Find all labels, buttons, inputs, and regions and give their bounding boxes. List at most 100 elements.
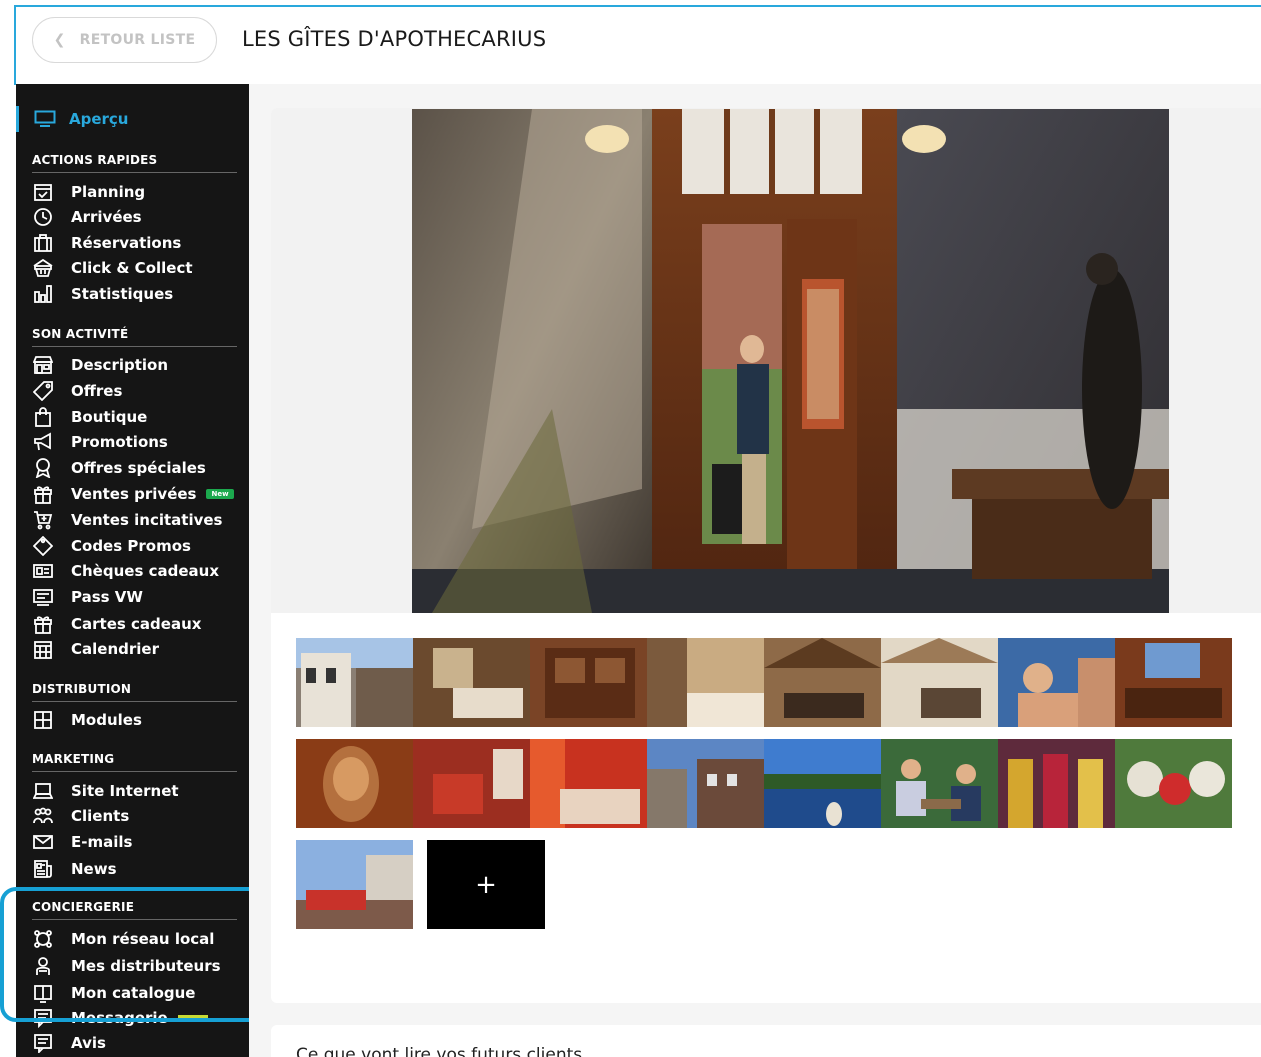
- megaphone-icon: [32, 432, 54, 452]
- new-badge: New: [206, 489, 234, 499]
- active-indicator: [16, 106, 19, 132]
- gallery-thumbnail[interactable]: [413, 739, 530, 828]
- sidebar: Aperçu ACTIONS RAPIDES Planning Arrivées…: [16, 84, 249, 1057]
- diamond-tag-icon: [32, 536, 54, 556]
- bar-chart-icon: [32, 284, 54, 304]
- sidebar-item-label: Description: [71, 356, 169, 374]
- gallery-thumbnail[interactable]: [1115, 638, 1232, 727]
- gallery-thumbnail[interactable]: [1115, 739, 1232, 828]
- sidebar-item-label: Offres: [71, 382, 123, 400]
- sidebar-item-label: Mes distributeurs: [71, 957, 221, 975]
- award-icon: [32, 458, 54, 478]
- basket-icon: [32, 258, 54, 278]
- hero-photo[interactable]: [412, 109, 1169, 613]
- users-icon: [32, 806, 54, 826]
- sidebar-item-label: Aperçu: [69, 110, 129, 128]
- sidebar-item-label: Site Internet: [71, 782, 179, 800]
- sidebar-item-boutique[interactable]: Boutique: [32, 405, 237, 429]
- sidebar-item-label: Ventes incitatives: [71, 511, 223, 529]
- section-title-actions-rapides: ACTIONS RAPIDES: [32, 153, 237, 173]
- gallery-thumbnail[interactable]: [296, 638, 413, 727]
- gallery-thumbnail[interactable]: [296, 739, 413, 828]
- sidebar-item-site-internet[interactable]: Site Internet: [32, 779, 237, 803]
- sidebar-item-label: News: [71, 860, 117, 878]
- gallery-thumbnail[interactable]: [881, 739, 998, 828]
- sidebar-item-codes-promos[interactable]: Codes Promos: [32, 534, 237, 558]
- book-icon: [32, 983, 54, 1003]
- gallery-thumbnail[interactable]: [413, 638, 530, 727]
- gallery-thumbnail[interactable]: [764, 638, 881, 727]
- voucher-icon: [32, 561, 54, 581]
- sidebar-item-apercu[interactable]: Aperçu: [16, 106, 249, 132]
- message-icon: [32, 1008, 54, 1028]
- sidebar-item-label: Chèques cadeaux: [71, 562, 220, 580]
- sidebar-item-avis[interactable]: Avis: [32, 1031, 237, 1055]
- sidebar-item-ventes-incitatives[interactable]: Ventes incitatives: [32, 508, 237, 532]
- sidebar-item-label: Codes Promos: [71, 537, 191, 555]
- sidebar-item-modules[interactable]: Modules: [32, 708, 237, 732]
- sidebar-item-label: Avis: [71, 1034, 106, 1052]
- sidebar-item-arrivees[interactable]: Arrivées: [32, 205, 237, 229]
- sidebar-item-label: Boutique: [71, 408, 148, 426]
- sidebar-item-cheques-cadeaux[interactable]: Chèques cadeaux: [32, 559, 237, 583]
- gift-card-icon: [32, 614, 54, 634]
- sidebar-item-clients[interactable]: Clients: [32, 804, 237, 828]
- storefront-icon: [32, 355, 54, 375]
- newspaper-icon: [32, 859, 54, 879]
- sidebar-item-calendrier[interactable]: Calendrier: [32, 637, 237, 661]
- main-content: + Ce que vont lire vos futurs clients: [249, 84, 1261, 1057]
- gallery-thumbnail[interactable]: [530, 739, 647, 828]
- calendar-check-icon: [32, 182, 54, 202]
- plus-icon: +: [475, 869, 497, 900]
- sidebar-item-label: Modules: [71, 711, 142, 729]
- sidebar-item-news[interactable]: News: [32, 857, 237, 881]
- section-title-marketing: MARKETING: [32, 752, 237, 772]
- sidebar-item-mon-reseau-local[interactable]: Mon réseau local: [32, 927, 237, 951]
- hero-photo-illustration: [412, 109, 1169, 613]
- clock-icon: [32, 207, 54, 227]
- laptop-icon: [32, 781, 54, 801]
- page-title: LES GÎTES D'APOTHECARIUS: [242, 27, 547, 51]
- sidebar-item-label: Offres spéciales: [71, 459, 206, 477]
- review-icon: [32, 1033, 54, 1053]
- sidebar-item-label: Click & Collect: [71, 259, 193, 277]
- add-photo-button[interactable]: +: [427, 840, 545, 929]
- section-title-description-preview: Ce que vont lire vos futurs clients: [296, 1045, 583, 1057]
- sidebar-item-messagerie[interactable]: Messagerie: [32, 1006, 237, 1030]
- sidebar-item-cartes-cadeaux[interactable]: Cartes cadeaux: [32, 612, 237, 636]
- description-card: Ce que vont lire vos futurs clients: [271, 1025, 1261, 1057]
- sidebar-item-promotions[interactable]: Promotions: [32, 430, 237, 454]
- sidebar-item-reservations[interactable]: Réservations: [32, 231, 237, 255]
- sidebar-item-statistiques[interactable]: Statistiques: [32, 282, 237, 306]
- sidebar-item-offres-speciales[interactable]: Offres spéciales: [32, 456, 237, 480]
- grid-icon: [32, 710, 54, 730]
- sidebar-item-planning[interactable]: Planning: [32, 180, 237, 204]
- sidebar-item-label: Mon catalogue: [71, 984, 196, 1002]
- gallery-thumbnail[interactable]: [296, 840, 413, 929]
- gallery-thumbnail[interactable]: [647, 739, 764, 828]
- section-title-son-activite: SON ACTIVITÉ: [32, 327, 237, 347]
- sidebar-item-pass-vw[interactable]: Pass VW: [32, 585, 237, 609]
- sidebar-item-click-collect[interactable]: Click & Collect: [32, 256, 237, 280]
- sidebar-item-description[interactable]: Description: [32, 353, 237, 377]
- page-header: ❮ RETOUR LISTE LES GÎTES D'APOTHECARIUS: [16, 7, 1261, 84]
- gallery-thumbnail[interactable]: [998, 739, 1115, 828]
- sidebar-item-label: E-mails: [71, 833, 133, 851]
- sidebar-item-emails[interactable]: E-mails: [32, 830, 237, 854]
- back-to-list-button[interactable]: ❮ RETOUR LISTE: [32, 17, 217, 63]
- pass-card-icon: [32, 587, 54, 607]
- sidebar-item-label: Arrivées: [71, 208, 142, 226]
- section-title-conciergerie: CONCIERGERIE: [32, 900, 237, 920]
- sidebar-item-mon-catalogue[interactable]: Mon catalogue: [32, 981, 237, 1005]
- gallery-thumbnail[interactable]: [530, 638, 647, 727]
- gallery-thumbnail[interactable]: [764, 739, 881, 828]
- section-title-distribution: DISTRIBUTION: [32, 682, 237, 702]
- gallery-thumbnail[interactable]: [998, 638, 1115, 727]
- sidebar-item-mes-distributeurs[interactable]: Mes distributeurs: [32, 954, 237, 978]
- sidebar-item-ventes-privees[interactable]: Ventes privées New: [32, 482, 237, 506]
- gallery-thumbnail[interactable]: [881, 638, 998, 727]
- sidebar-item-offres[interactable]: Offres: [32, 379, 237, 403]
- back-button-label: RETOUR LISTE: [79, 32, 196, 48]
- gallery-thumbnail[interactable]: [647, 638, 764, 727]
- sidebar-item-label: Promotions: [71, 433, 168, 451]
